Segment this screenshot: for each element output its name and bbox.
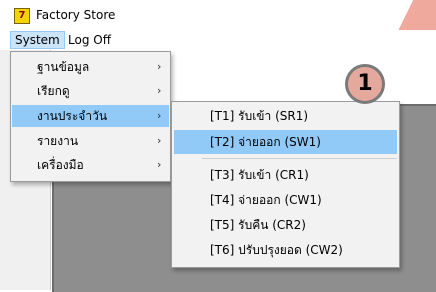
system-dropdown-menu: ฐานข้อมูล › เรียกดู › งานประจำวัน › รายง… (10, 51, 171, 182)
window-title: Factory Store (36, 8, 116, 22)
submenu-item-label: [T5] รับคืน (CR2) (210, 218, 306, 232)
factory-store-icon: 7 (14, 8, 30, 24)
menu-item-label: รายงาน (37, 134, 79, 148)
menu-item-browse[interactable]: เรียกดู › (12, 80, 169, 102)
menu-bar: System Log Off (0, 30, 436, 50)
submenu-arrow-icon: › (157, 134, 162, 147)
submenu-item-t3[interactable]: [T3] รับเข้า (CR1) (174, 163, 397, 187)
title-bar: 7 Factory Store (0, 0, 436, 30)
menu-item-daily-tasks[interactable]: งานประจำวัน › (12, 105, 169, 127)
submenu-arrow-icon: › (157, 60, 162, 73)
daily-tasks-submenu: [T1] รับเข้า (SR1) [T2] จ่ายออก (SW1) [T… (171, 101, 400, 268)
step-number-badge: 1 (345, 64, 385, 104)
menu-item-label: งานประจำวัน (37, 109, 108, 123)
submenu-arrow-icon: › (157, 109, 162, 122)
menu-item-tools[interactable]: เครื่องมือ › (12, 154, 169, 176)
menu-item-label: เครื่องมือ (37, 158, 84, 172)
submenu-item-t4[interactable]: [T4] จ่ายออก (CW1) (174, 188, 397, 212)
menu-item-label: เรียกดู (37, 84, 70, 98)
submenu-item-t1[interactable]: [T1] รับเข้า (SR1) (174, 104, 397, 128)
menu-system[interactable]: System (10, 31, 65, 49)
submenu-item-t6[interactable]: [T6] ปรับปรุงยอด (CW2) (174, 238, 397, 262)
menu-log-off[interactable]: Log Off (64, 31, 115, 49)
submenu-item-label: [T2] จ่ายออก (SW1) (210, 135, 321, 149)
menu-item-database[interactable]: ฐานข้อมูล › (12, 56, 169, 78)
submenu-item-t2[interactable]: [T2] จ่ายออก (SW1) (174, 130, 397, 154)
submenu-item-t5[interactable]: [T5] รับคืน (CR2) (174, 213, 397, 237)
submenu-arrow-icon: › (157, 84, 162, 97)
submenu-item-label: [T3] รับเข้า (CR1) (210, 168, 309, 182)
submenu-item-label: [T4] จ่ายออก (CW1) (210, 193, 322, 207)
menu-item-label: ฐานข้อมูล (37, 60, 90, 74)
submenu-item-label: [T6] ปรับปรุงยอด (CW2) (210, 243, 343, 257)
menu-separator (202, 158, 397, 159)
menu-item-reports[interactable]: รายงาน › (12, 130, 169, 152)
submenu-arrow-icon: › (157, 158, 162, 171)
submenu-item-label: [T1] รับเข้า (SR1) (210, 109, 309, 123)
